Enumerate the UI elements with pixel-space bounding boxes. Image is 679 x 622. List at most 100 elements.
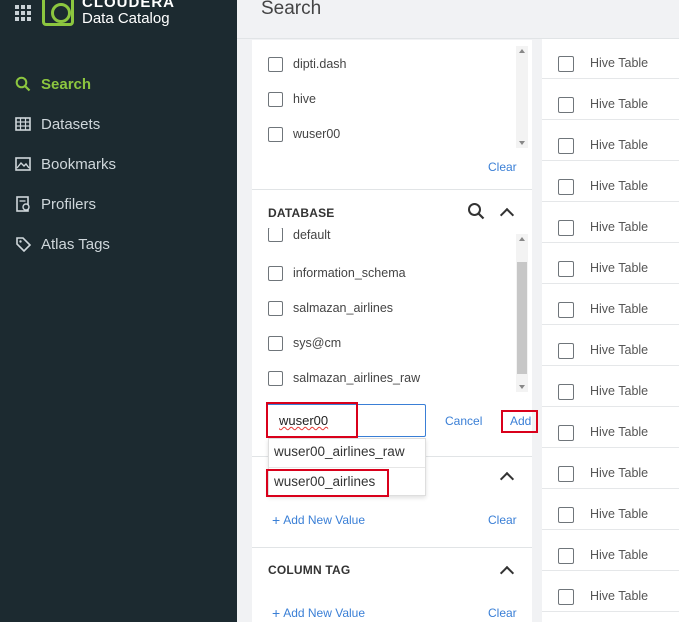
checkbox[interactable]	[268, 300, 283, 316]
result-type: Hive Table	[590, 589, 649, 603]
checkbox[interactable]	[558, 261, 574, 277]
checkbox[interactable]	[558, 384, 574, 400]
collapse-chevron-icon[interactable]	[499, 471, 515, 487]
sidebar-item-bookmarks[interactable]: Bookmarks	[14, 152, 116, 176]
result-row[interactable]: Hive Table	[542, 407, 679, 448]
owner-filter-panel: dipti.dash hive wuser00 Clear	[252, 40, 532, 189]
checkbox[interactable]	[268, 126, 283, 142]
checkbox[interactable]	[558, 425, 574, 441]
result-row[interactable]: Hive Table	[542, 161, 679, 202]
owner-option[interactable]: hive	[268, 89, 316, 109]
add-new-value-link[interactable]: + Add New Value	[272, 605, 365, 621]
add-new-value-link[interactable]: + Add New Value	[272, 512, 365, 528]
result-row[interactable]: Hive Table	[542, 489, 679, 530]
sidebar-item-datasets[interactable]: Datasets	[14, 112, 100, 136]
sidebar-item-label: Bookmarks	[41, 155, 117, 173]
checkbox[interactable]	[558, 179, 574, 195]
cancel-button[interactable]: Cancel	[445, 414, 482, 428]
column-tag-clear-link[interactable]: Clear	[488, 606, 517, 620]
collapse-chevron-icon[interactable]	[499, 207, 515, 223]
highlight-box	[501, 410, 538, 433]
result-type: Hive Table	[590, 220, 649, 234]
checkbox[interactable]	[268, 370, 283, 386]
bookmarks-icon	[14, 155, 32, 173]
sidebar-item-label: Datasets	[41, 115, 101, 133]
option-label: sys@cm	[293, 336, 342, 350]
tag-clear-link[interactable]: Clear	[488, 513, 517, 527]
option-label: dipti.dash	[293, 57, 347, 71]
option-label: salmazan_airlines	[293, 301, 394, 315]
owner-clear-link[interactable]: Clear	[488, 160, 517, 174]
checkbox[interactable]	[268, 265, 283, 281]
database-option[interactable]: salmazan_airlines_raw	[268, 368, 420, 388]
database-scrollbar[interactable]	[516, 234, 528, 392]
result-type: Hive Table	[590, 425, 649, 439]
plus-icon: +	[272, 512, 281, 528]
results-list: Hive Table Hive Table Hive Table Hive Ta…	[542, 39, 679, 622]
result-type: Hive Table	[590, 384, 649, 398]
search-icon	[14, 75, 32, 93]
checkbox[interactable]	[268, 228, 283, 242]
sidebar-item-label: Profilers	[41, 195, 97, 213]
datasets-icon	[14, 115, 32, 133]
checkbox[interactable]	[268, 56, 283, 72]
link-label: Add New Value	[283, 606, 366, 620]
checkbox[interactable]	[558, 302, 574, 318]
result-type: Hive Table	[590, 466, 649, 480]
result-row[interactable]: Hive Table	[542, 120, 679, 161]
column-tag-section-title: COLUMN TAG	[268, 563, 351, 577]
result-row[interactable]: Hive Table	[542, 325, 679, 366]
checkbox[interactable]	[558, 97, 574, 113]
app-grid-icon[interactable]	[15, 5, 31, 21]
result-row[interactable]: Hive Table	[542, 530, 679, 571]
database-option[interactable]: default	[268, 228, 331, 246]
database-option[interactable]: information_schema	[268, 263, 406, 283]
sidebar: CLOUDERA Data Catalog Search Datasets Bo…	[0, 0, 237, 622]
checkbox[interactable]	[558, 548, 574, 564]
result-row[interactable]: Hive Table	[542, 571, 679, 612]
owner-option[interactable]: wuser00	[268, 124, 340, 144]
highlight-box	[266, 402, 358, 438]
brand-product: Data Catalog	[82, 10, 170, 27]
checkbox[interactable]	[558, 56, 574, 72]
highlight-box	[266, 469, 389, 497]
option-label: default	[293, 228, 331, 242]
checkbox[interactable]	[558, 507, 574, 523]
option-label: information_schema	[293, 266, 406, 280]
scrollbar-thumb[interactable]	[517, 262, 527, 374]
result-row[interactable]: Hive Table	[542, 448, 679, 489]
sidebar-item-search[interactable]: Search	[14, 72, 91, 96]
sidebar-item-atlas-tags[interactable]: Atlas Tags	[14, 232, 110, 256]
checkbox[interactable]	[558, 343, 574, 359]
result-type: Hive Table	[590, 343, 649, 357]
checkbox[interactable]	[558, 138, 574, 154]
database-search-icon[interactable]	[467, 202, 485, 225]
checkbox[interactable]	[268, 335, 283, 351]
checkbox[interactable]	[558, 466, 574, 482]
sidebar-item-profilers[interactable]: Profilers	[14, 192, 96, 216]
option-label: salmazan_airlines_raw	[293, 371, 421, 385]
suggestion-item[interactable]: wuser00_airlines_raw	[274, 444, 405, 459]
owner-option[interactable]: dipti.dash	[268, 54, 347, 74]
result-row[interactable]: Hive Table	[542, 38, 679, 79]
link-label: Add New Value	[283, 513, 366, 527]
option-label: hive	[293, 92, 316, 106]
collapse-chevron-icon[interactable]	[499, 565, 515, 581]
result-row[interactable]: Hive Table	[542, 243, 679, 284]
checkbox[interactable]	[268, 91, 283, 107]
result-row[interactable]: Hive Table	[542, 202, 679, 243]
database-section-title: DATABASE	[268, 206, 335, 220]
result-row[interactable]: Hive Table	[542, 284, 679, 325]
result-type: Hive Table	[590, 179, 649, 193]
checkbox[interactable]	[558, 220, 574, 236]
page-title: Search	[261, 0, 322, 19]
result-type: Hive Table	[590, 507, 649, 521]
checkbox[interactable]	[558, 589, 574, 605]
database-option[interactable]: sys@cm	[268, 333, 341, 353]
cloudera-logo-icon	[42, 0, 74, 26]
result-row[interactable]: Hive Table	[542, 79, 679, 120]
sidebar-item-label: Search	[41, 75, 92, 93]
result-row[interactable]: Hive Table	[542, 366, 679, 407]
database-option[interactable]: salmazan_airlines	[268, 298, 393, 318]
owner-scrollbar[interactable]	[516, 46, 528, 148]
